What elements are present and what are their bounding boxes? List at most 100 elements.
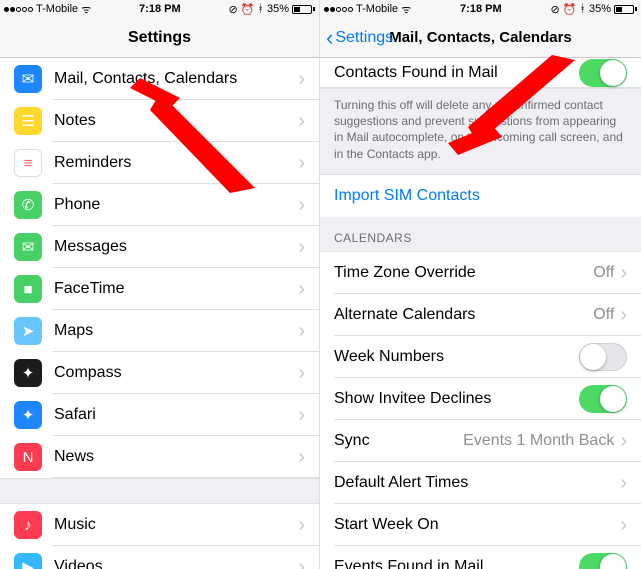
bluetooth-icon: ᚼ xyxy=(257,3,264,15)
status-bar: T-Mobile ᯤ 7:18 PM ⊘ ⏰ ᚼ 35% xyxy=(0,0,319,18)
chevron-right-icon: › xyxy=(298,405,305,425)
row-label: News xyxy=(54,448,298,466)
notes-icon: ☰ xyxy=(14,107,42,135)
alarm-icon: ⏰ xyxy=(241,3,255,16)
chevron-right-icon: › xyxy=(620,263,627,283)
chevron-right-icon: › xyxy=(298,237,305,257)
row-label: Contacts Found in Mail xyxy=(334,64,498,82)
news-icon: N xyxy=(14,443,42,471)
battery-pct: 35% xyxy=(589,3,611,15)
row-label: Alternate Calendars xyxy=(334,306,593,324)
calendar-row[interactable]: Default Alert Times› xyxy=(320,462,641,504)
settings-row-phone[interactable]: ✆ Phone› xyxy=(0,184,319,226)
back-button[interactable]: ‹ Settings xyxy=(326,27,393,49)
toggle-switch[interactable] xyxy=(579,385,627,413)
status-bar: T-Mobile ᯤ 7:18 PM ⊘ ⏰ ᚼ 35% xyxy=(320,0,641,18)
contacts-found-switch[interactable] xyxy=(579,59,627,87)
alarm-icon: ⏰ xyxy=(563,3,577,16)
row-label: Reminders xyxy=(54,154,298,172)
settings-row-reminders[interactable]: ≡ Reminders› xyxy=(0,142,319,184)
chevron-right-icon: › xyxy=(298,153,305,173)
row-value: Off xyxy=(593,306,614,324)
videos-icon: ▶ xyxy=(14,553,42,569)
chevron-right-icon: › xyxy=(298,195,305,215)
settings-row-news[interactable]: NNews› xyxy=(0,436,319,478)
battery-icon xyxy=(292,5,315,14)
toggle-switch[interactable] xyxy=(579,343,627,371)
maps-icon: ➤ xyxy=(14,317,42,345)
chevron-right-icon: › xyxy=(620,305,627,325)
row-label: Sync xyxy=(334,432,463,450)
facetime-icon: ■ xyxy=(14,275,42,303)
settings-row-mail[interactable]: ✉Mail, Contacts, Calendars› xyxy=(0,58,319,100)
compass-icon: ✦ xyxy=(14,359,42,387)
music-icon: ♪ xyxy=(14,511,42,539)
battery-icon xyxy=(614,5,637,14)
row-label: Safari xyxy=(54,406,298,424)
section-header: CALENDARS xyxy=(320,217,641,252)
calendar-row[interactable]: Week Numbers xyxy=(320,336,641,378)
row-label: Default Alert Times xyxy=(334,474,620,492)
page-title: Settings xyxy=(128,29,191,47)
chevron-right-icon: › xyxy=(298,515,305,535)
settings-row-maps[interactable]: ➤ Maps› xyxy=(0,310,319,352)
chevron-left-icon: ‹ xyxy=(326,27,333,49)
chevron-right-icon: › xyxy=(620,431,627,451)
import-sim-link[interactable]: Import SIM Contacts xyxy=(320,175,641,217)
bluetooth-icon: ᚼ xyxy=(579,3,586,15)
footer-text: Turning this off will delete any unconfi… xyxy=(320,88,641,175)
nav-bar: ‹ Settings Mail, Contacts, Calendars xyxy=(320,18,641,58)
row-label: Week Numbers xyxy=(334,348,579,366)
settings-row-messages[interactable]: ✉ Messages› xyxy=(0,226,319,268)
settings-row-music[interactable]: ♪Music› xyxy=(0,504,319,546)
row-label: Mail, Contacts, Calendars xyxy=(54,70,298,88)
wifi-icon: ᯤ xyxy=(401,2,411,17)
battery-pct: 35% xyxy=(267,3,289,15)
chevron-right-icon: › xyxy=(298,321,305,341)
reminders-icon: ≡ xyxy=(14,149,42,177)
calendar-row[interactable]: Events Found in Mail xyxy=(320,546,641,569)
nav-bar: Settings xyxy=(0,18,319,58)
row-label: Start Week On xyxy=(334,516,620,534)
row-label: Time Zone Override xyxy=(334,264,593,282)
back-label: Settings xyxy=(335,29,393,47)
chevron-right-icon: › xyxy=(298,69,305,89)
rotation-lock-icon: ⊘ xyxy=(228,3,237,16)
chevron-right-icon: › xyxy=(298,111,305,131)
wifi-icon: ᯤ xyxy=(81,2,91,17)
chevron-right-icon: › xyxy=(298,279,305,299)
chevron-right-icon: › xyxy=(298,557,305,569)
calendar-row[interactable]: Show Invitee Declines xyxy=(320,378,641,420)
rotation-lock-icon: ⊘ xyxy=(550,3,559,16)
calendar-row[interactable]: Time Zone OverrideOff› xyxy=(320,252,641,294)
phone-icon: ✆ xyxy=(14,191,42,219)
status-time: 7:18 PM xyxy=(460,3,502,15)
chevron-right-icon: › xyxy=(298,363,305,383)
row-label: Maps xyxy=(54,322,298,340)
status-time: 7:18 PM xyxy=(139,3,181,15)
row-label: FaceTime xyxy=(54,280,298,298)
row-label: Messages xyxy=(54,238,298,256)
page-title: Mail, Contacts, Calendars xyxy=(389,29,572,46)
messages-icon: ✉ xyxy=(14,233,42,261)
calendar-row[interactable]: SyncEvents 1 Month Back › xyxy=(320,420,641,462)
settings-row-safari[interactable]: ✦ Safari› xyxy=(0,394,319,436)
toggle-switch[interactable] xyxy=(579,553,627,569)
row-label: Phone xyxy=(54,196,298,214)
signal-icon xyxy=(4,7,33,12)
calendar-row[interactable]: Start Week On› xyxy=(320,504,641,546)
safari-icon: ✦ xyxy=(14,401,42,429)
contacts-found-row[interactable]: Contacts Found in Mail xyxy=(320,58,641,88)
settings-row-compass[interactable]: ✦Compass› xyxy=(0,352,319,394)
row-label: Notes xyxy=(54,112,298,130)
row-label: Videos xyxy=(54,558,298,569)
row-value: Events 1 Month Back xyxy=(463,432,614,450)
chevron-right-icon: › xyxy=(620,515,627,535)
settings-row-facetime[interactable]: ■ FaceTime› xyxy=(0,268,319,310)
chevron-right-icon: › xyxy=(620,473,627,493)
carrier-label: T-Mobile xyxy=(36,3,78,15)
signal-icon xyxy=(324,7,353,12)
calendar-row[interactable]: Alternate CalendarsOff › xyxy=(320,294,641,336)
settings-row-videos[interactable]: ▶ Videos› xyxy=(0,546,319,569)
settings-row-notes[interactable]: ☰ Notes› xyxy=(0,100,319,142)
